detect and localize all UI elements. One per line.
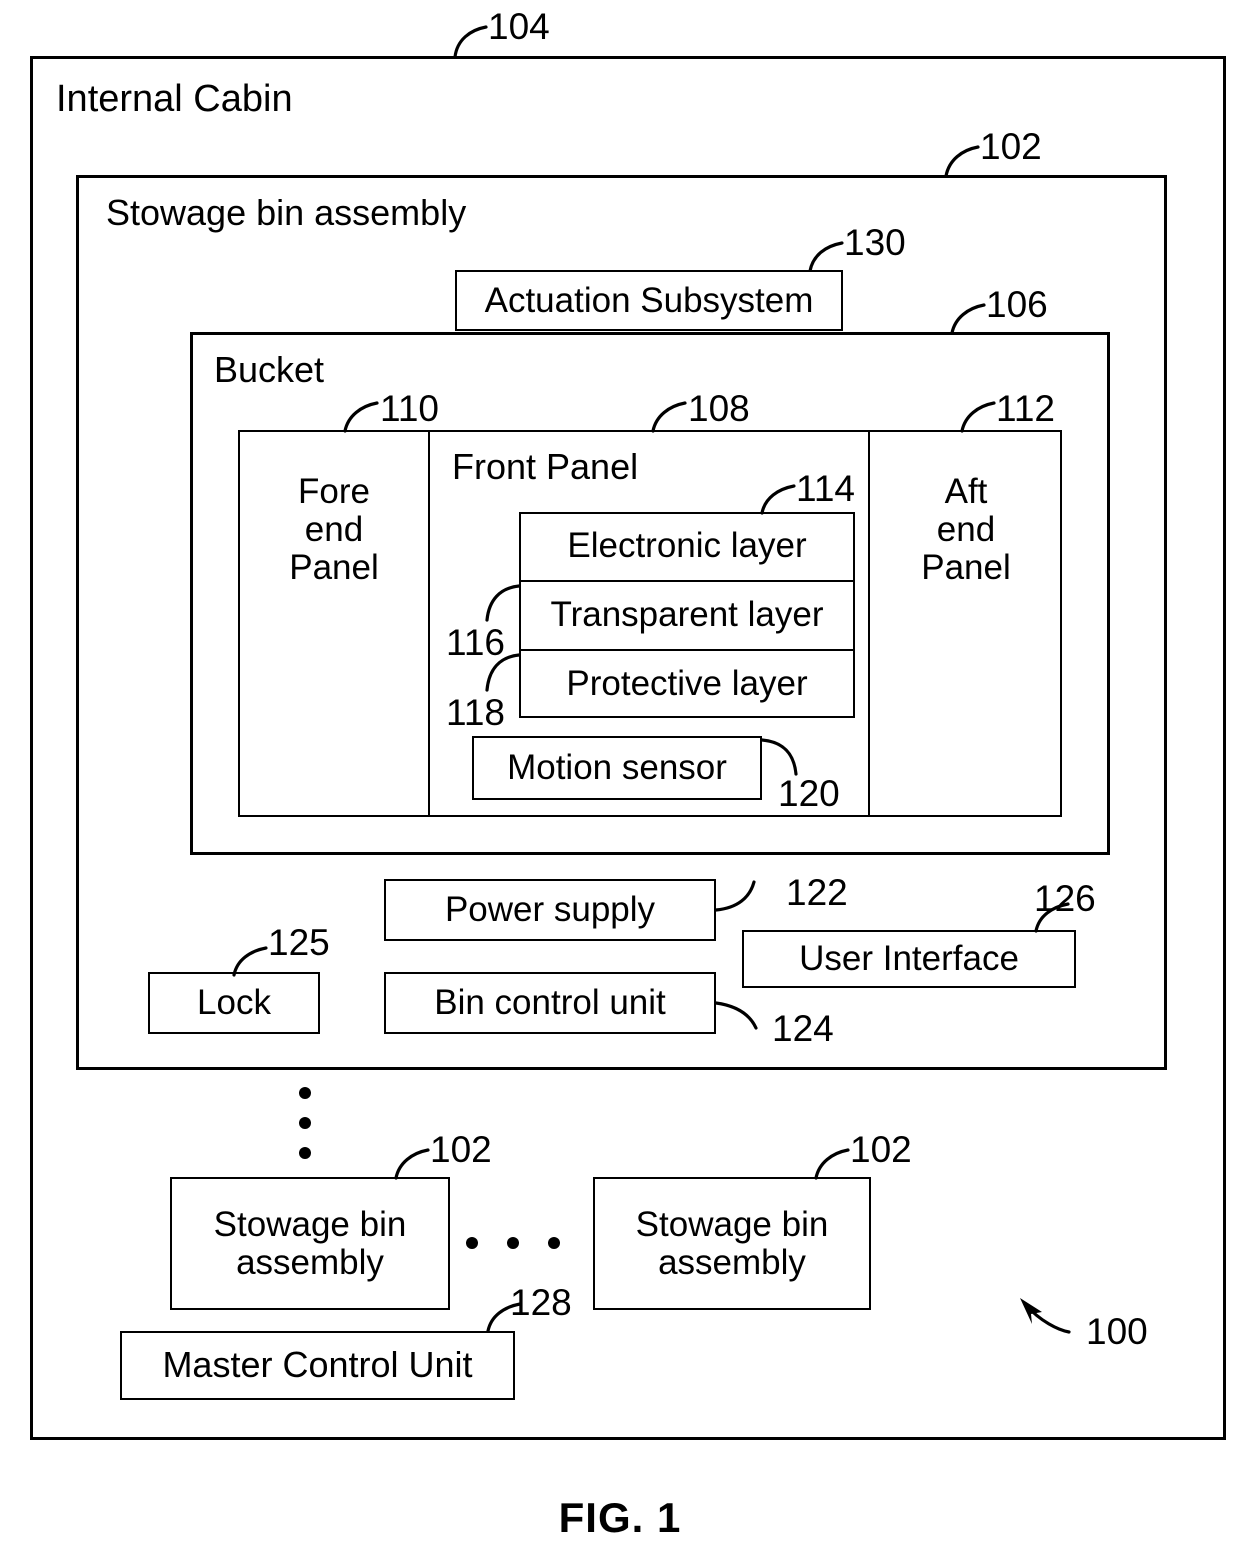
ref-126: 126 (1034, 878, 1096, 919)
stowage-bin-assembly-label: Stowage bin assembly (106, 192, 467, 233)
electronic-layer-label: Electronic layer (567, 526, 807, 566)
ref-124: 124 (772, 1008, 834, 1049)
fore-panel-divider (428, 430, 430, 817)
protective-layer-label: Protective layer (566, 664, 808, 704)
ref-112: 112 (996, 388, 1055, 429)
aft-end-panel-cell: Aft end Panel (872, 440, 1060, 620)
ref-125: 125 (268, 922, 330, 963)
ref-130: 130 (844, 222, 906, 263)
figure-caption: FIG. 1 (558, 1494, 682, 1541)
user-interface-label: User Interface (799, 939, 1019, 979)
ref-102-main: 102 (980, 126, 1042, 167)
master-control-unit-label: Master Control Unit (162, 1344, 473, 1386)
ref-122: 122 (786, 872, 848, 913)
actuation-subsystem-label: Actuation Subsystem (484, 280, 814, 320)
vertical-ellipsis-dot-2 (299, 1117, 311, 1129)
ref-108: 108 (688, 388, 750, 429)
ref-100: 100 (1086, 1311, 1148, 1352)
lock-label: Lock (197, 983, 271, 1023)
horizontal-ellipsis-dot-1 (466, 1237, 478, 1249)
aft-end-panel-line3: Panel (921, 547, 1011, 587)
ref-102-bin2: 102 (430, 1129, 492, 1170)
stowage-bin-2-line1: Stowage bin (213, 1204, 407, 1244)
vertical-ellipsis-dot-3 (299, 1147, 311, 1159)
power-supply-label: Power supply (444, 890, 656, 930)
ref-128: 128 (510, 1282, 572, 1323)
stowage-bin-assembly-3-label: Stowage bin assembly (593, 1177, 871, 1310)
transparent-layer-label: Transparent layer (550, 595, 824, 635)
aft-panel-divider (868, 430, 870, 817)
ref-104: 104 (488, 6, 550, 47)
ref-102-bin3: 102 (850, 1129, 912, 1170)
fore-end-panel-line1: Fore (298, 472, 370, 512)
ref-114: 114 (796, 468, 855, 509)
ref-110: 110 (380, 388, 439, 429)
horizontal-ellipsis-dot-2 (507, 1237, 519, 1249)
motion-sensor-label: Motion sensor (507, 748, 727, 788)
ref-120: 120 (778, 773, 840, 814)
front-panel-label: Front Panel (452, 446, 639, 487)
figure-canvas: Internal Cabin 104 Stowage bin assembly … (0, 0, 1240, 1560)
stowage-bin-assembly-2-label: Stowage bin assembly (170, 1177, 450, 1310)
bucket-label: Bucket (214, 349, 325, 390)
internal-cabin-label: Internal Cabin (56, 78, 293, 120)
ref-106: 106 (986, 284, 1048, 325)
horizontal-ellipsis-dot-3 (548, 1237, 560, 1249)
ref-118: 118 (446, 692, 505, 733)
ref-116: 116 (446, 622, 505, 663)
bin-control-unit-label: Bin control unit (434, 983, 666, 1023)
vertical-ellipsis-dot-1 (299, 1087, 311, 1099)
stowage-bin-3-line1: Stowage bin (635, 1204, 829, 1244)
aft-end-panel-line2: end (936, 510, 996, 550)
fore-end-panel-line3: Panel (289, 547, 379, 587)
aft-end-panel-line1: Aft (944, 472, 988, 512)
stowage-bin-2-line2: assembly (236, 1242, 384, 1282)
fore-end-panel-cell: Fore end Panel (240, 440, 428, 620)
stowage-bin-3-line2: assembly (658, 1242, 806, 1282)
fore-end-panel-line2: end (304, 510, 364, 550)
